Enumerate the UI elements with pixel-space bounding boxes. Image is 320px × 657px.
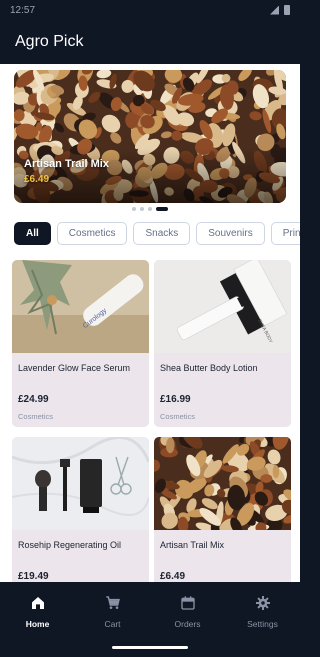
nav-label: Orders <box>174 619 201 629</box>
carousel-dot[interactable] <box>148 207 152 211</box>
product-image-lotion: SHEA BODY <box>154 260 291 353</box>
home-content[interactable]: Artisan Trail Mix £6.49 All Cosmetics Sn… <box>0 64 300 582</box>
nav-label: Settings <box>247 619 278 629</box>
product-name: Lavender Glow Face Serum <box>18 363 131 373</box>
carousel-dot[interactable] <box>156 207 168 211</box>
product-price: £6.49 <box>160 571 186 582</box>
calendar-icon <box>180 596 195 610</box>
banner-product-price: £6.49 <box>24 174 50 185</box>
product-name: Shea Butter Body Lotion <box>160 363 258 373</box>
product-card-oil[interactable]: Rosehip Regenerating Oil £19.49 <box>12 437 149 582</box>
product-card-lotion[interactable]: SHEA BODY Shea Butter Body Lotion £16.99… <box>154 260 291 427</box>
chip-print[interactable]: Print <box>270 222 300 245</box>
nav-settings[interactable]: Settings <box>225 582 300 657</box>
product-price: £19.49 <box>18 571 49 582</box>
product-image-trail-mix <box>154 437 291 530</box>
cart-icon <box>105 596 120 609</box>
nav-label: Home <box>25 619 50 629</box>
signal-icon <box>270 5 279 15</box>
carousel-dot[interactable] <box>132 207 136 211</box>
product-name: Artisan Trail Mix <box>160 540 225 550</box>
product-image-oil <box>12 437 149 530</box>
chip-snacks[interactable]: Snacks <box>133 222 191 245</box>
banner-shade <box>14 148 286 203</box>
nav-home[interactable]: Home <box>0 582 75 657</box>
category-filter: All Cosmetics Snacks Souvenirs Print <box>14 222 300 245</box>
product-price: £24.99 <box>18 394 49 405</box>
product-category: Cosmetics <box>18 412 54 421</box>
product-card-serum[interactable]: Curology Lavender Glow Face Serum £24.99… <box>12 260 149 427</box>
carousel-indicator <box>0 207 300 211</box>
product-price: £16.99 <box>160 394 191 405</box>
chip-cosmetics[interactable]: Cosmetics <box>56 222 128 245</box>
featured-banner[interactable]: Artisan Trail Mix £6.49 <box>14 70 286 203</box>
product-name: Rosehip Regenerating Oil <box>18 540 122 550</box>
carousel-dot[interactable] <box>140 207 144 211</box>
product-card-trail-mix[interactable]: Artisan Trail Mix £6.49 <box>154 437 291 582</box>
phone-screen: 12:57 Agro Pick Artisan Trail Mix £6.49 … <box>0 0 300 657</box>
app-title: Agro Pick <box>15 33 84 50</box>
status-icons <box>270 5 290 15</box>
home-indicator[interactable] <box>112 646 188 649</box>
status-time: 12:57 <box>10 4 36 16</box>
status-bar: 12:57 <box>0 0 300 20</box>
gear-icon <box>255 596 270 610</box>
home-icon <box>31 597 44 609</box>
product-image-serum: Curology <box>12 260 149 353</box>
banner-product-name: Artisan Trail Mix <box>24 158 109 170</box>
chip-souvenirs[interactable]: Souvenirs <box>196 222 265 245</box>
product-category: Cosmetics <box>160 412 196 421</box>
app-bar: Agro Pick <box>0 20 300 64</box>
nav-label: Cart <box>104 619 121 629</box>
battery-icon <box>284 5 290 15</box>
chip-all[interactable]: All <box>14 222 51 245</box>
